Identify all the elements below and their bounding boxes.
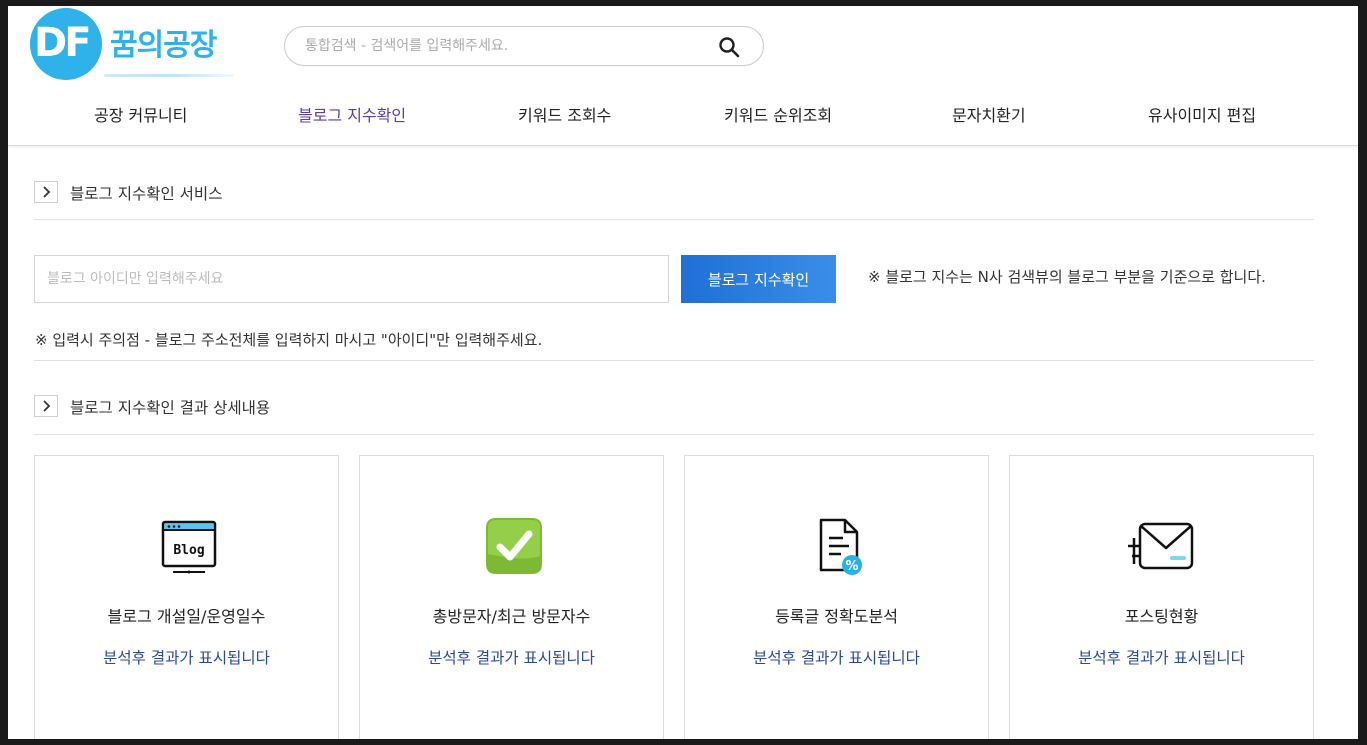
input-caution-note: ※ 입력시 주의점 - 블로그 주소전체를 입력하지 마시고 "아이디"만 입력… <box>35 331 543 349</box>
check-icon <box>484 516 544 576</box>
nav-item-text-replacer[interactable]: 문자치환기 <box>952 102 1026 126</box>
chevron-right-icon <box>34 395 58 417</box>
blog-icon-text: Blog <box>173 543 204 558</box>
main-nav: 공장 커뮤니티 블로그 지수확인 키워드 조회수 키워드 순위조회 문자치환기 … <box>8 94 1358 136</box>
result-card-posting: 포스팅현황 분석후 결과가 표시됩니다 <box>1009 455 1314 739</box>
index-basis-note: ※ 블로그 지수는 N사 검색뷰의 블로그 부분을 기준으로 합니다. <box>868 268 1266 286</box>
logo-name: 꿈의공장 <box>110 28 217 63</box>
card-status: 분석후 결과가 표시됩니다 <box>753 649 920 667</box>
result-card-visitors: 총방문자/최근 방문자수 분석후 결과가 표시됩니다 <box>359 455 664 739</box>
nav-item-blog-index[interactable]: 블로그 지수확인 <box>298 102 406 126</box>
divider <box>34 219 1314 220</box>
envelope-icon <box>1122 516 1198 576</box>
search-box <box>284 26 764 66</box>
divider <box>34 434 1314 435</box>
site-logo[interactable]: DF 꿈의공장 <box>30 8 240 80</box>
results-title: 블로그 지수확인 결과 상세내용 <box>70 399 271 417</box>
nav-item-community[interactable]: 공장 커뮤니티 <box>94 102 187 126</box>
nav-item-keyword-rank[interactable]: 키워드 순위조회 <box>724 102 832 126</box>
blog-index-check-button[interactable]: 블로그 지수확인 <box>681 255 836 303</box>
nav-item-similar-image[interactable]: 유사이미지 편집 <box>1148 102 1256 126</box>
blog-id-input[interactable] <box>34 255 669 303</box>
card-status: 분석후 결과가 표시됩니다 <box>1078 649 1245 667</box>
card-status: 분석후 결과가 표시됩니다 <box>103 649 270 667</box>
service-title: 블로그 지수확인 서비스 <box>70 185 223 203</box>
card-title: 포스팅현황 <box>1124 607 1199 626</box>
result-card-blog-age: Blog 블로그 개설일/운영일수 분석후 결과가 표시됩니다 <box>34 455 339 739</box>
result-card-accuracy: % 등록글 정확도분석 분석후 결과가 표시됩니다 <box>684 455 989 739</box>
site-header: DF 꿈의공장 공장 커뮤니티 블로그 지수확인 키워드 조회수 키워드 순위조… <box>8 6 1358 146</box>
logo-underline <box>104 74 234 77</box>
divider <box>34 360 1314 361</box>
chevron-right-icon <box>34 181 58 203</box>
document-percent-icon: % <box>809 516 869 576</box>
percent-icon-text: % <box>845 559 858 574</box>
nav-item-keyword-views[interactable]: 키워드 조회수 <box>518 102 611 126</box>
blog-icon: Blog <box>159 516 219 576</box>
card-title: 총방문자/최근 방문자수 <box>432 607 591 626</box>
search-icon[interactable] <box>717 35 741 59</box>
card-title: 등록글 정확도분석 <box>775 607 898 626</box>
search-input[interactable] <box>305 35 705 57</box>
card-title: 블로그 개설일/운영일수 <box>107 607 266 626</box>
logo-mark: DF <box>34 20 92 66</box>
page: DF 꿈의공장 공장 커뮤니티 블로그 지수확인 키워드 조회수 키워드 순위조… <box>8 6 1358 739</box>
card-status: 분석후 결과가 표시됩니다 <box>428 649 595 667</box>
